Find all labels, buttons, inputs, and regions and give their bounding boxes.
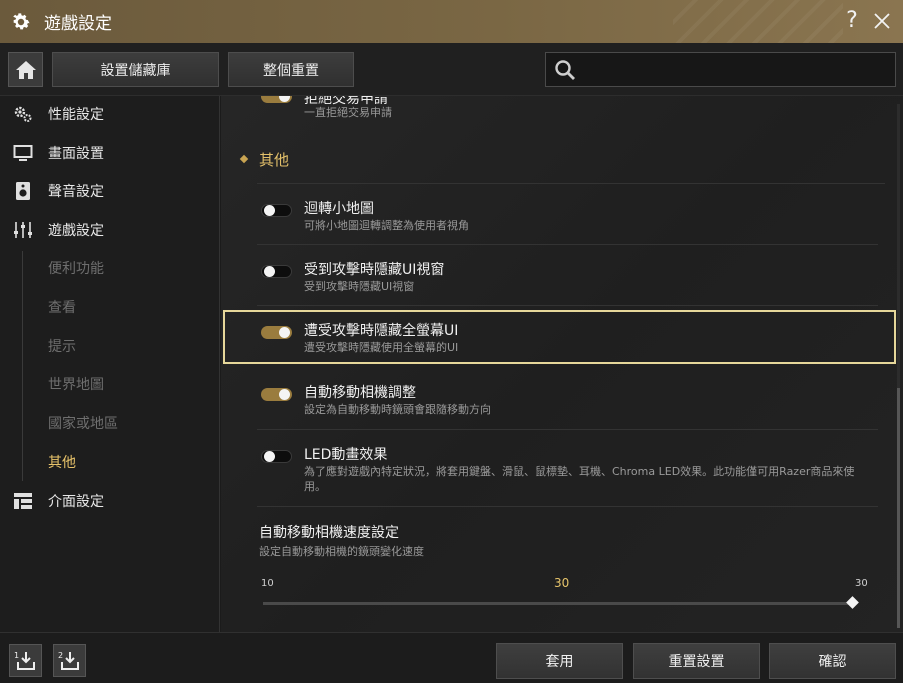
confirm-button[interactable]: 確認: [769, 643, 896, 679]
search-input[interactable]: [584, 57, 889, 82]
sidebar: 性能設定 畫面設置 聲音設定 遊戲設定 便利功能 查看 提示 世界地圖 國家或地…: [0, 96, 220, 632]
speed-setting-desc: 設定自動移動相機的鏡頭變化速度: [259, 545, 424, 558]
auto-camera-toggle[interactable]: [261, 388, 292, 401]
speaker-icon: [13, 181, 33, 201]
sidebar-item-sound[interactable]: 聲音設定: [0, 175, 219, 207]
setting-desc: 受到攻擊時隱藏UI視窗: [304, 280, 415, 293]
sidebar-subitem-region[interactable]: 國家或地區: [48, 409, 118, 437]
title-bar-decoration: [673, 0, 843, 43]
gear-icon: [13, 12, 30, 29]
speed-setting-title: 自動移動相機速度設定: [259, 525, 399, 541]
reset-all-button[interactable]: 整個重置: [228, 52, 354, 87]
rotate-minimap-toggle[interactable]: [261, 204, 292, 217]
save-slot-1-button[interactable]: 1: [9, 644, 42, 677]
sidebar-item-game[interactable]: 遊戲設定: [0, 214, 219, 246]
led-effect-toggle[interactable]: [261, 450, 292, 463]
setting-title: 迴轉小地圖: [304, 201, 374, 217]
home-icon: [15, 60, 36, 79]
setting-row-auto-camera: 自動移動相機調整 設定為自動移動時鏡頭會跟隨移動方向: [221, 368, 896, 430]
search-box[interactable]: [545, 52, 896, 87]
svg-text:1: 1: [14, 651, 19, 660]
question-icon: ?: [846, 8, 858, 33]
setting-row-led-effect: LED動畫效果 為了應對遊戲內特定狀況，將套用鍵盤、滑鼠、鼠標墊、耳機、Chro…: [221, 430, 896, 507]
setting-title: LED動畫效果: [304, 447, 388, 463]
setting-desc: 設定為自動移動時鏡頭會跟隨移動方向: [304, 403, 491, 416]
setting-row-hide-ui-on-attack: 受到攻擊時隱藏UI視窗 受到攻擊時隱藏UI視窗: [221, 245, 896, 306]
download-icon: 1: [14, 651, 35, 670]
setting-desc: 遭受攻擊時隱藏使用全螢幕的UI: [304, 341, 459, 354]
setting-desc: 為了應對遊戲內特定狀況，將套用鍵盤、滑鼠、鼠標墊、耳機、Chroma LED效果…: [304, 465, 855, 493]
section-header: 其他: [239, 148, 290, 170]
svg-text:2: 2: [58, 651, 63, 660]
sidebar-item-label: 畫面設置: [48, 146, 104, 162]
sidebar-item-label: 遊戲設定: [48, 223, 104, 239]
title-bar: 遊戲設定 ?: [0, 0, 903, 43]
slider-value-label: 30: [554, 576, 570, 590]
close-button[interactable]: [869, 8, 895, 34]
sidebar-item-label: 聲音設定: [48, 184, 104, 200]
gears-icon: [13, 104, 33, 124]
home-button[interactable]: [8, 52, 43, 87]
sidebar-subitem-view[interactable]: 查看: [48, 293, 76, 321]
setting-title: 受到攻擊時隱藏UI視窗: [304, 262, 445, 278]
sidebar-item-performance[interactable]: 性能設定: [0, 98, 219, 130]
scrollbar-thumb[interactable]: [897, 388, 900, 628]
speed-slider-handle[interactable]: [846, 596, 859, 609]
download-icon: 2: [58, 651, 79, 670]
section-title: 其他: [259, 150, 290, 169]
slider-min-label: 10: [261, 578, 274, 589]
sidebar-item-interface[interactable]: 介面設定: [0, 485, 219, 517]
reject-trade-toggle[interactable]: [261, 96, 292, 103]
sidebar-subitem-tips[interactable]: 提示: [48, 332, 76, 360]
setting-desc: 一直拒絕交易申請: [304, 106, 392, 119]
sidebar-item-display[interactable]: 畫面設置: [0, 137, 219, 169]
sidebar-item-label: 性能設定: [48, 107, 104, 123]
window-title: 遊戲設定: [44, 14, 112, 34]
setting-title: 自動移動相機調整: [304, 385, 416, 401]
layout-icon: [13, 491, 33, 511]
monitor-icon: [13, 143, 33, 163]
setting-row-hide-fullscreen-ui: 遭受攻擊時隱藏全螢幕UI 遭受攻擊時隱藏使用全螢幕的UI: [221, 310, 896, 366]
apply-button[interactable]: 套用: [496, 643, 623, 679]
hide-fullscreen-ui-toggle[interactable]: [261, 326, 292, 339]
save-library-button[interactable]: 設置儲藏庫: [52, 52, 219, 87]
close-icon: [874, 13, 890, 29]
sidebar-subitem-world-map[interactable]: 世界地圖: [48, 370, 104, 398]
slider-max-label: 30: [855, 578, 868, 589]
search-icon: [555, 60, 575, 80]
setting-row-rotate-minimap: 迴轉小地圖 可將小地圖迴轉調整為使用者視角: [221, 184, 896, 245]
sidebar-subitem-convenience[interactable]: 便利功能: [48, 254, 104, 282]
save-slot-2-button[interactable]: 2: [53, 644, 86, 677]
setting-desc: 可將小地圖迴轉調整為使用者視角: [304, 219, 469, 232]
setting-row-reject-trade: 拒絕交易申請 一直拒絕交易申請: [221, 96, 896, 126]
reset-settings-button[interactable]: 重置設置: [633, 643, 760, 679]
sidebar-subitem-other[interactable]: 其他: [48, 448, 76, 476]
diamond-icon: [239, 154, 249, 164]
tree-line: [22, 251, 23, 481]
toolbar: 設置儲藏庫 整個重置: [0, 43, 903, 96]
footer: 1 2 套用 重置設置 確認: [0, 632, 903, 683]
sliders-icon: [13, 220, 33, 240]
setting-title: 遭受攻擊時隱藏全螢幕UI: [304, 323, 459, 339]
settings-content: 拒絕交易申請 一直拒絕交易申請 其他 迴轉小地圖 可將小地圖迴轉調整為使用者視角…: [221, 96, 903, 632]
speed-slider-fill: [263, 602, 853, 605]
hide-ui-on-attack-toggle[interactable]: [261, 265, 292, 278]
sidebar-item-label: 介面設定: [48, 494, 104, 510]
help-button[interactable]: ?: [839, 8, 865, 34]
